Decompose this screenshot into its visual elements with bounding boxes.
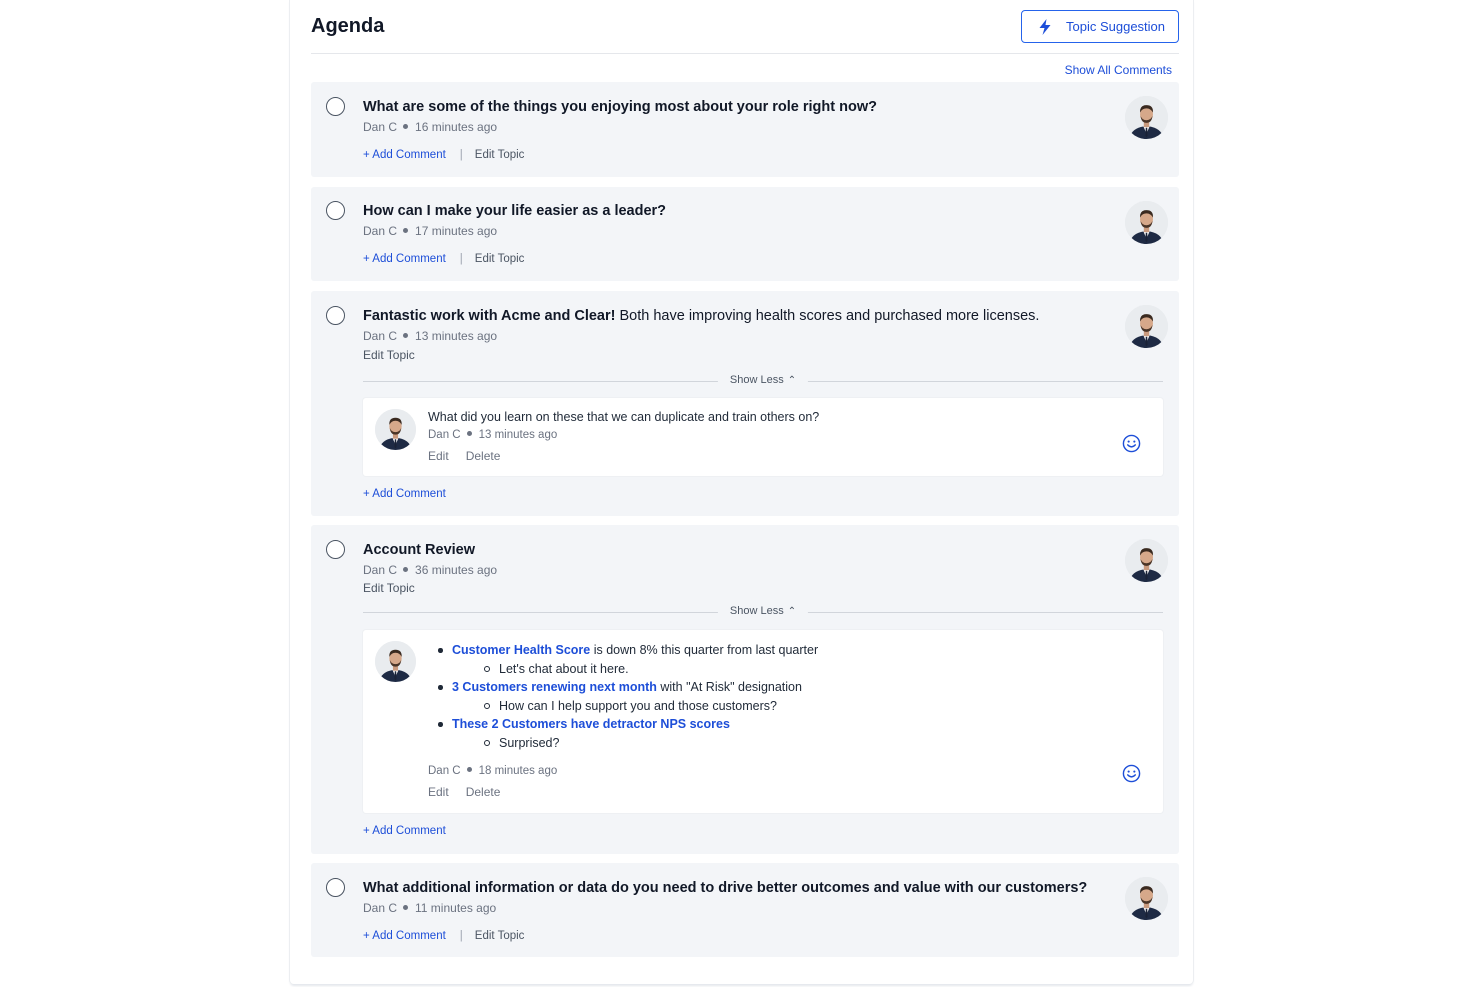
edit-topic-link[interactable]: Edit Topic	[475, 930, 525, 942]
comment-bullet-list: Customer Health Score is down 8% this qu…	[438, 641, 818, 752]
add-comment-link[interactable]: + Add Comment	[363, 253, 446, 265]
topic-time: 11 minutes ago	[415, 901, 497, 915]
show-all-comments-link[interactable]: Show All Comments	[1065, 63, 1172, 77]
add-comment-link[interactable]: + Add Comment	[363, 149, 446, 161]
chevron-up-icon: ⌃	[787, 606, 797, 617]
topic-title: Account Review	[363, 542, 475, 558]
list-item: These 2 Customers have detractor NPS sco…	[438, 715, 818, 752]
topic-complete-radio[interactable]	[326, 540, 345, 559]
edit-topic-link[interactable]: Edit Topic	[475, 149, 525, 161]
topic-author: Dan C	[363, 329, 398, 343]
topic-author: Dan C	[363, 563, 398, 577]
topic-actions: Edit Topic	[363, 581, 415, 595]
topic-complete-radio[interactable]	[326, 97, 345, 116]
list-item: Let's chat about it here.	[484, 660, 818, 679]
topic-meta: Dan C 16 minutes ago	[363, 120, 497, 134]
show-less-toggle[interactable]: Show Less ⌃	[717, 374, 809, 386]
delete-comment-link[interactable]: Delete	[466, 449, 501, 463]
comment-card: What did you learn on these that we can …	[363, 398, 1163, 476]
comment-actions: Edit Delete	[428, 449, 517, 463]
edit-comment-link[interactable]: Edit	[428, 785, 449, 799]
topic-title: What are some of the things you enjoying…	[363, 99, 877, 115]
edit-topic-link[interactable]: Edit Topic	[363, 581, 415, 595]
topic-suggestion-label: Topic Suggestion	[1066, 19, 1166, 34]
edit-topic-link[interactable]: Edit Topic	[475, 253, 525, 265]
agenda-panel: Agenda Topic Suggestion Show All Comment…	[290, 0, 1193, 984]
topic-meta: Dan C 11 minutes ago	[363, 901, 496, 915]
comment-meta: Dan C 13 minutes ago	[428, 429, 558, 441]
topic-complete-radio[interactable]	[326, 878, 345, 897]
chevron-up-icon: ⌃	[787, 375, 797, 386]
list-item: Surprised?	[484, 734, 818, 753]
topic-title: Fantastic work with Acme and Clear! Both…	[363, 308, 1040, 324]
topic-author: Dan C	[363, 224, 398, 238]
avatar	[1125, 305, 1168, 348]
detractor-nps-link[interactable]: These 2 Customers have detractor NPS sco…	[452, 717, 730, 731]
comment-avatar	[375, 409, 416, 450]
topic-actions: Edit Topic	[363, 348, 415, 362]
avatar	[1125, 877, 1168, 920]
add-comment-link[interactable]: + Add Comment	[363, 930, 446, 942]
smiley-icon[interactable]	[1122, 764, 1141, 783]
smiley-icon[interactable]	[1122, 434, 1141, 453]
add-comment-link[interactable]: + Add Comment	[363, 825, 446, 837]
topic-complete-radio[interactable]	[326, 201, 345, 220]
show-less-divider: Show Less ⌃	[363, 374, 1163, 388]
avatar	[1125, 96, 1168, 139]
topic-title: How can I make your life easier as a lea…	[363, 203, 667, 219]
comment-card: Customer Health Score is down 8% this qu…	[363, 630, 1163, 813]
agenda-header: Agenda Topic Suggestion	[311, 0, 1179, 54]
avatar	[1125, 201, 1168, 244]
edit-topic-link[interactable]: Edit Topic	[363, 348, 415, 362]
topic-author: Dan C	[363, 120, 398, 134]
topic-time: 17 minutes ago	[415, 224, 498, 238]
comment-actions: Edit Delete	[428, 785, 517, 799]
customer-health-score-link[interactable]: Customer Health Score	[452, 643, 590, 657]
agenda-topic-card: Account Review Dan C 36 minutes ago Edit …	[311, 525, 1179, 854]
comment-avatar	[375, 641, 416, 682]
topic-actions: + Add Comment | Edit Topic	[363, 930, 525, 942]
topic-meta: Dan C 17 minutes ago	[363, 224, 497, 238]
agenda-topic-card: What are some of the things you enjoying…	[311, 82, 1179, 177]
topic-time: 16 minutes ago	[415, 120, 498, 134]
list-item: Customer Health Score is down 8% this qu…	[438, 641, 818, 678]
avatar	[1125, 539, 1168, 582]
topic-actions: + Add Comment | Edit Topic	[363, 149, 525, 161]
customers-renewing-link[interactable]: 3 Customers renewing next month	[452, 680, 657, 694]
page-title: Agenda	[311, 15, 385, 37]
topic-time: 36 minutes ago	[415, 563, 498, 577]
delete-comment-link[interactable]: Delete	[466, 785, 501, 799]
topic-suggestion-button[interactable]: Topic Suggestion	[1021, 10, 1179, 43]
comment-text: What did you learn on these that we can …	[428, 410, 820, 424]
lightning-bolt-icon	[1039, 18, 1051, 35]
show-less-toggle[interactable]: Show Less ⌃	[717, 605, 809, 617]
agenda-topic-card: How can I make your life easier as a lea…	[311, 187, 1179, 281]
topic-meta: Dan C 36 minutes ago	[363, 563, 497, 577]
topic-complete-radio[interactable]	[326, 306, 345, 325]
edit-comment-link[interactable]: Edit	[428, 449, 449, 463]
list-item: How can I help support you and those cus…	[484, 697, 818, 716]
show-less-divider: Show Less ⌃	[363, 605, 1163, 619]
topic-actions: + Add Comment | Edit Topic	[363, 253, 525, 265]
list-item: 3 Customers renewing next month with "At…	[438, 678, 818, 715]
topic-meta: Dan C 13 minutes ago	[363, 329, 497, 343]
agenda-topic-card: Fantastic work with Acme and Clear! Both…	[311, 291, 1179, 516]
topic-title: What additional information or data do y…	[363, 880, 1088, 896]
add-comment-link[interactable]: + Add Comment	[363, 488, 446, 500]
agenda-topic-card: What additional information or data do y…	[311, 863, 1179, 957]
topic-time: 13 minutes ago	[415, 329, 498, 343]
comment-meta: Dan C 18 minutes ago	[428, 765, 558, 777]
topic-author: Dan C	[363, 901, 398, 915]
